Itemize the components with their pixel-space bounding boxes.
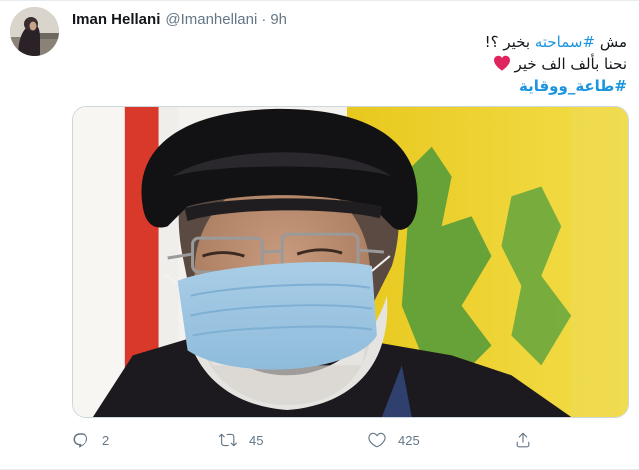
tweet-text-line-3: #طاعة_ووقاية bbox=[87, 75, 627, 97]
retweet-count: 45 bbox=[249, 432, 264, 448]
timestamp[interactable]: 9h bbox=[270, 11, 287, 28]
tweet-text: مش #سماحته بخير ؟! نحنا بألف الف خير #طا… bbox=[87, 31, 627, 97]
retweet-icon bbox=[219, 433, 237, 447]
tweet-actions: 2 45 425 bbox=[72, 429, 592, 451]
text-suffix: بخير ؟! bbox=[484, 33, 535, 51]
retweet-button[interactable]: 45 bbox=[219, 429, 263, 451]
display-name[interactable]: Iman Hellani bbox=[72, 11, 160, 28]
like-count: 425 bbox=[398, 432, 420, 448]
tweet[interactable]: Iman Hellani @Imanhellani · 9h مش #سماحت… bbox=[0, 0, 639, 470]
share-button[interactable] bbox=[514, 429, 544, 451]
like-button[interactable]: 425 bbox=[368, 429, 420, 451]
avatar[interactable] bbox=[10, 7, 59, 56]
avatar-image bbox=[10, 7, 59, 56]
hashtag-link[interactable]: #طاعة_ووقاية bbox=[519, 77, 627, 95]
tweet-header: Iman Hellani @Imanhellani · 9h bbox=[72, 9, 287, 29]
reply-button[interactable]: 2 bbox=[72, 429, 109, 451]
share-icon bbox=[516, 432, 530, 448]
user-handle[interactable]: @Imanhellani bbox=[165, 11, 257, 28]
tweet-text-line-2: نحنا بألف الف خير bbox=[87, 53, 627, 75]
text-line-2: نحنا بألف الف خير bbox=[514, 55, 627, 73]
red-heart-icon bbox=[493, 55, 510, 71]
hashtag-link[interactable]: #سماحته bbox=[535, 33, 595, 51]
reply-icon bbox=[73, 433, 88, 448]
separator-dot: · bbox=[261, 10, 267, 28]
tweet-text-line-1: مش #سماحته بخير ؟! bbox=[87, 31, 627, 53]
photo-image bbox=[73, 107, 628, 417]
tweet-photo[interactable] bbox=[72, 106, 629, 418]
like-icon bbox=[368, 432, 386, 448]
reply-count: 2 bbox=[102, 432, 110, 448]
text-prefix: مش bbox=[595, 33, 627, 51]
